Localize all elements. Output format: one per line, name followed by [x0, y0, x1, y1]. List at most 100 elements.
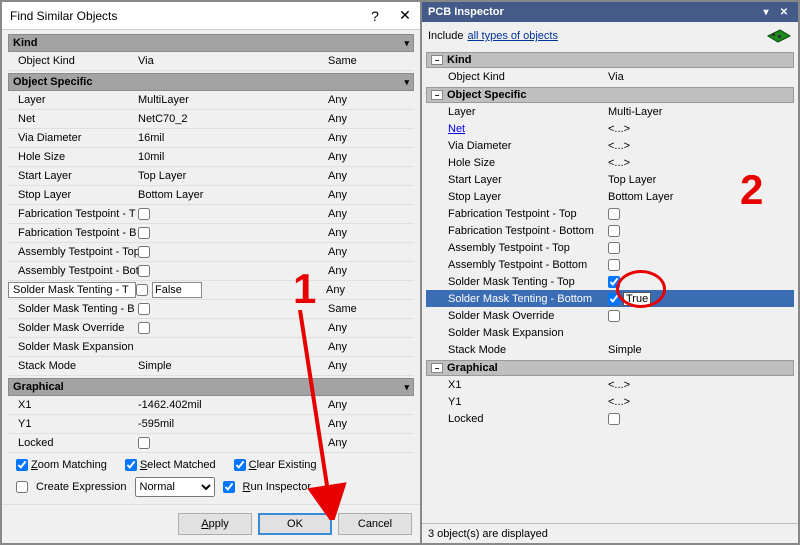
chevron-down-icon: ▾: [404, 77, 409, 88]
row-net[interactable]: NetNetC70_2Any: [8, 110, 414, 129]
section-kind[interactable]: Kind▾: [8, 34, 414, 52]
collapse-icon[interactable]: −: [431, 90, 443, 100]
row-object-kind[interactable]: Object KindViaSame: [8, 52, 414, 71]
row-hole-size[interactable]: Hole Size10milAny: [8, 148, 414, 167]
i-asm-tp-bot-check[interactable]: [608, 259, 620, 271]
row-y1[interactable]: Y1-595milAny: [8, 415, 414, 434]
fab-tp-top-check[interactable]: [138, 208, 150, 220]
inspector-title: PCB Inspector: [428, 6, 504, 18]
ok-button[interactable]: OK: [258, 513, 332, 535]
apply-button[interactable]: Apply: [178, 513, 252, 535]
row-stop-layer[interactable]: Stop LayerBottom LayerAny: [8, 186, 414, 205]
pcb-inspector-panel: PCB Inspector ▾ ✕ Include all types of o…: [422, 2, 798, 543]
net-label-link[interactable]: Net: [448, 123, 465, 135]
row-fab-tp-top[interactable]: Fabrication Testpoint - TAny: [8, 205, 414, 224]
dialog-body: Kind▾ Object KindViaSame Object Specific…: [2, 30, 420, 504]
chevron-down-icon: ▾: [404, 38, 409, 49]
zoom-check[interactable]: [16, 459, 28, 471]
pcb-icon: [764, 26, 792, 46]
sm-tent-top-check[interactable]: [136, 284, 148, 296]
inspector-footer: 3 object(s) are displayed: [422, 523, 798, 543]
collapse-icon[interactable]: −: [431, 363, 443, 373]
row-asm-tp-top[interactable]: Assembly Testpoint - TopAny: [8, 243, 414, 262]
zoom-label: Zoom Matching: [31, 459, 107, 471]
irow-hole-size[interactable]: Hole Size<...>: [426, 154, 794, 171]
section-object-specific[interactable]: Object Specific▾: [8, 73, 414, 91]
sm-tent-top-value[interactable]: False: [152, 282, 202, 298]
irow-fab-tp-top[interactable]: Fabrication Testpoint - Top: [426, 205, 794, 222]
i-fab-tp-top-check[interactable]: [608, 208, 620, 220]
inspector-titlebar: PCB Inspector ▾ ✕: [422, 2, 798, 22]
row-stack-mode[interactable]: Stack ModeSimpleAny: [8, 357, 414, 376]
i-sm-tent-top-check[interactable]: [608, 276, 620, 288]
i-fab-tp-bot-check[interactable]: [608, 225, 620, 237]
irow-via-diameter[interactable]: Via Diameter<...>: [426, 137, 794, 154]
cancel-button[interactable]: Cancel: [338, 513, 412, 535]
asm-tp-bot-check[interactable]: [138, 265, 150, 277]
irow-asm-tp-top[interactable]: Assembly Testpoint - Top: [426, 239, 794, 256]
row-fab-tp-bot[interactable]: Fabrication Testpoint - BAny: [8, 224, 414, 243]
select-check[interactable]: [125, 459, 137, 471]
row-layer[interactable]: LayerMultiLayerAny: [8, 91, 414, 110]
dialog-title: Find Similar Objects: [10, 9, 360, 23]
section-graphical[interactable]: Graphical▾: [8, 378, 414, 396]
i-sm-override-check[interactable]: [608, 310, 620, 322]
dialog-titlebar: Find Similar Objects ? ✕: [2, 2, 420, 30]
i-locked-check[interactable]: [608, 413, 620, 425]
irow-layer[interactable]: LayerMulti-Layer: [426, 103, 794, 120]
sm-tent-bot-check[interactable]: [138, 303, 150, 315]
irow-stop-layer[interactable]: Stop LayerBottom Layer: [426, 188, 794, 205]
row-sm-tent-bot[interactable]: Solder Mask Tenting - BSame: [8, 300, 414, 319]
irow-locked[interactable]: Locked: [426, 410, 794, 427]
i-asm-tp-top-check[interactable]: [608, 242, 620, 254]
row-x1[interactable]: X1-1462.402milAny: [8, 396, 414, 415]
irow-sm-tent-top[interactable]: Solder Mask Tenting - Top: [426, 273, 794, 290]
irow-asm-tp-bot[interactable]: Assembly Testpoint - Bottom: [426, 256, 794, 273]
irow-sm-override[interactable]: Solder Mask Override: [426, 307, 794, 324]
include-label: Include: [428, 30, 463, 42]
expr-label: Create Expression: [36, 481, 127, 493]
i-sm-tent-bot-check[interactable]: [608, 293, 620, 305]
expr-check[interactable]: [16, 481, 28, 493]
insp-section-kind[interactable]: −Kind: [426, 52, 794, 68]
run-check[interactable]: [223, 481, 235, 493]
asm-tp-top-check[interactable]: [138, 246, 150, 258]
row-sm-override[interactable]: Solder Mask OverrideAny: [8, 319, 414, 338]
insp-section-gfx[interactable]: −Graphical: [426, 360, 794, 376]
row-locked[interactable]: LockedAny: [8, 434, 414, 453]
close-button[interactable]: ✕: [390, 2, 420, 30]
help-button[interactable]: ?: [360, 2, 390, 30]
options-area: Zoom Matching Select Matched Clear Exist…: [8, 453, 414, 497]
irow-start-layer[interactable]: Start LayerTop Layer: [426, 171, 794, 188]
irow-stack-mode[interactable]: Stack ModeSimple: [426, 341, 794, 358]
run-label: Run Inspector: [243, 481, 312, 493]
row-sm-expansion[interactable]: Solder Mask ExpansionAny: [8, 338, 414, 357]
row-sm-tent-top[interactable]: Solder Mask Tenting - TFalseAny: [8, 281, 414, 300]
row-start-layer[interactable]: Start LayerTop LayerAny: [8, 167, 414, 186]
irow-fab-tp-bot[interactable]: Fabrication Testpoint - Bottom: [426, 222, 794, 239]
irow-sm-tent-bot[interactable]: Solder Mask Tenting - BottomTrue: [426, 290, 794, 307]
clear-label: Clear Existing: [249, 459, 317, 471]
irow-y1[interactable]: Y1<...>: [426, 393, 794, 410]
locked-check[interactable]: [138, 437, 150, 449]
irow-sm-expansion[interactable]: Solder Mask Expansion: [426, 324, 794, 341]
include-link[interactable]: all types of objects: [467, 30, 558, 42]
find-similar-dialog: Find Similar Objects ? ✕ Kind▾ Object Ki…: [2, 2, 422, 543]
insp-section-obj[interactable]: −Object Specific: [426, 87, 794, 103]
irow-x1[interactable]: X1<...>: [426, 376, 794, 393]
dropdown-icon[interactable]: ▾: [758, 4, 774, 20]
mask-select[interactable]: Normal: [135, 477, 215, 497]
dialog-buttons: Apply OK Cancel: [2, 504, 420, 543]
select-label: Select Matched: [140, 459, 216, 471]
row-via-diameter[interactable]: Via Diameter16milAny: [8, 129, 414, 148]
fab-tp-bot-check[interactable]: [138, 227, 150, 239]
close-icon[interactable]: ✕: [776, 4, 792, 20]
irow-net[interactable]: Net<...>: [426, 120, 794, 137]
clear-check[interactable]: [234, 459, 246, 471]
collapse-icon[interactable]: −: [431, 55, 443, 65]
i-sm-tent-bot-value[interactable]: True: [623, 292, 651, 306]
inspector-include: Include all types of objects: [422, 22, 798, 50]
row-asm-tp-bot[interactable]: Assembly Testpoint - BotAny: [8, 262, 414, 281]
irow-object-kind[interactable]: Object KindVia: [426, 68, 794, 85]
sm-override-check[interactable]: [138, 322, 150, 334]
